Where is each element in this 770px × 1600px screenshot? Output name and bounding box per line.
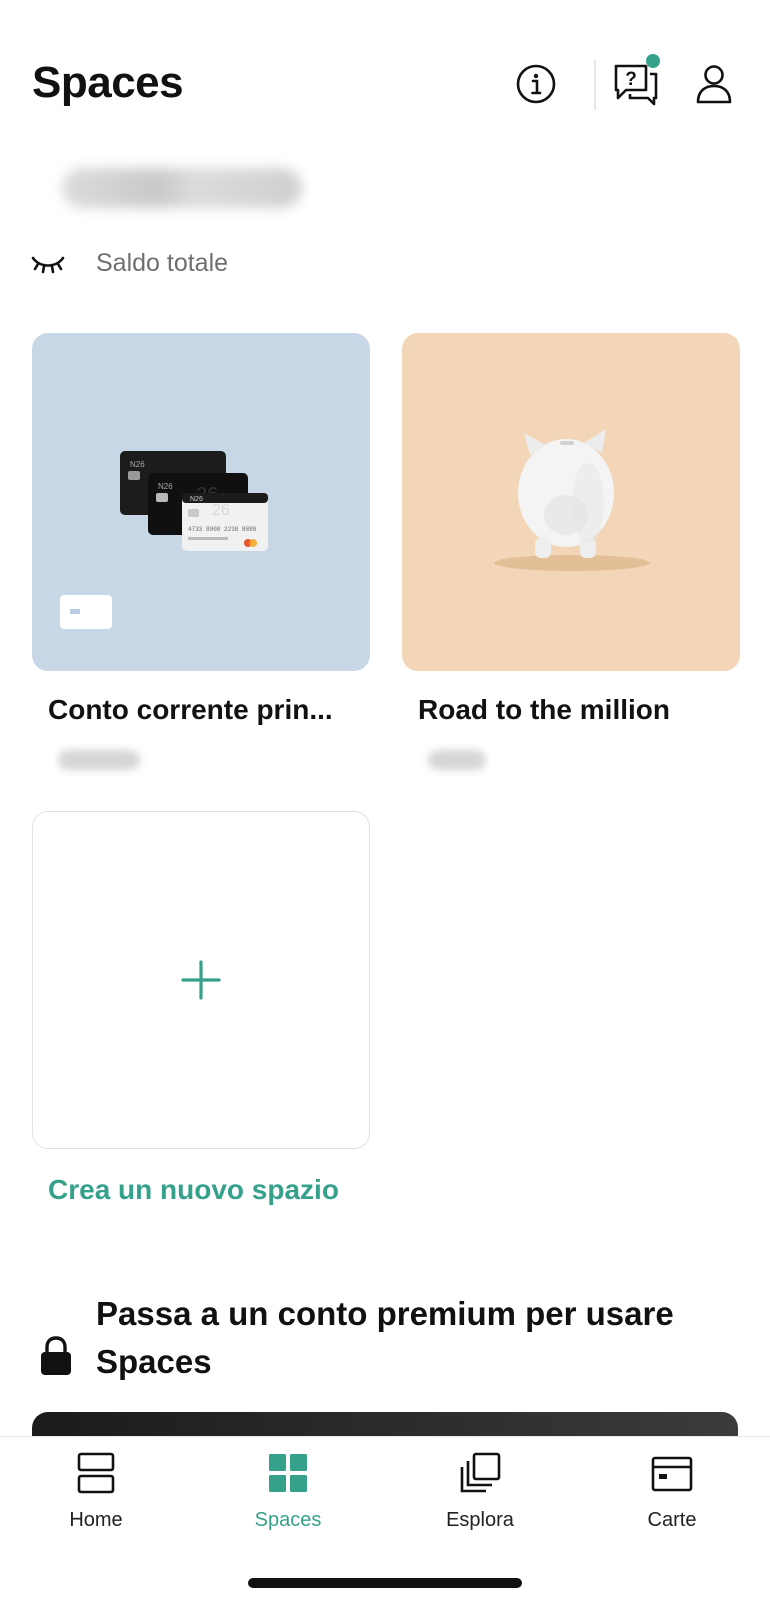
tab-spaces[interactable]: Spaces [218,1451,358,1532]
tab-explore[interactable]: Esplora [410,1451,550,1532]
svg-text:4733 8000 2238 8888: 4733 8000 2238 8888 [188,526,257,533]
space-card-main-account[interactable]: N26 N26 26 N26 26 4733 8000 2238 8888 [32,333,370,671]
premium-text: Passa a un conto premium per usare Space… [96,1295,674,1380]
explore-icon [460,1452,501,1493]
svg-text:N26: N26 [158,482,173,491]
space-title: Conto corrente prin... [48,694,333,725]
svg-text:?: ? [625,69,637,90]
info-icon [516,64,556,104]
tab-label: Esplora [446,1509,514,1531]
tab-label: Carte [647,1509,697,1531]
total-balance-amount-hidden [62,168,302,208]
profile-button[interactable] [690,60,738,108]
header-divider [594,60,596,110]
svg-text:N26: N26 [190,496,203,503]
card-icon [651,1456,693,1492]
tab-label: Spaces [254,1509,322,1531]
piggy-bank-illustration [494,429,650,571]
info-button[interactable] [512,60,560,108]
space-card-road-to-million[interactable] [402,333,740,671]
tab-label: Home [69,1509,123,1531]
home-icon [77,1452,115,1494]
svg-text:N26: N26 [130,460,145,469]
balance-toggle[interactable]: Saldo totale [30,248,228,278]
tab-home[interactable]: Home [26,1451,166,1532]
help-chat-button[interactable]: ? [612,54,660,108]
home-indicator [248,1578,522,1588]
space-amount-hidden [428,750,486,770]
create-space-link[interactable]: Crea un nuovo spazio [48,1174,339,1206]
tab-bar: Home Spaces Esplora Carte [0,1436,770,1600]
lock-icon [41,1336,71,1375]
bank-cards-illustration: N26 N26 26 N26 26 4733 8000 2238 8888 [60,451,268,629]
plus-icon [181,960,221,1000]
svg-text:26: 26 [212,502,230,519]
spaces-grid-icon [269,1454,307,1492]
help-chat-icon: ? [614,64,658,106]
notification-dot [646,54,660,68]
space-amount-hidden [58,750,140,770]
tab-cards[interactable]: Carte [602,1451,742,1532]
balance-label: Saldo totale [96,248,229,277]
page-title: Spaces [32,58,184,107]
profile-icon [696,65,732,104]
header: Spaces ? [0,0,770,150]
space-title: Road to the million [418,694,670,725]
eye-closed-icon [31,256,65,274]
new-space-card[interactable] [32,811,370,1149]
